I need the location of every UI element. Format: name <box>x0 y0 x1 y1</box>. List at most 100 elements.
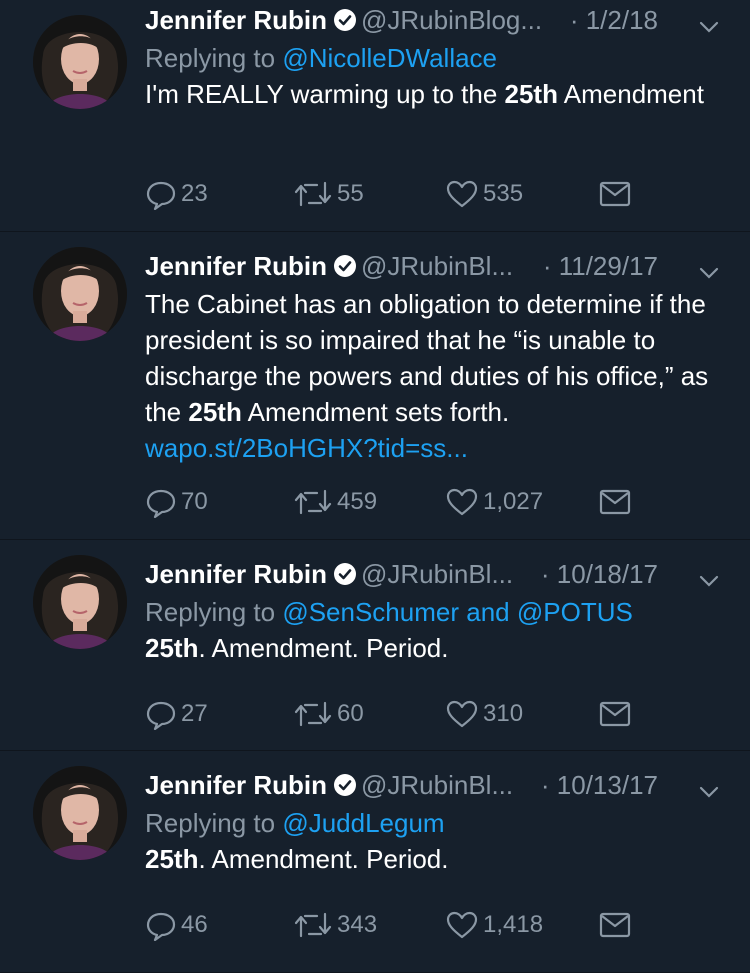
tweet[interactable]: Jennifer Rubin @JRubinBl... · 11/29/17 Th… <box>0 232 750 540</box>
like-button[interactable]: 1,027 <box>445 484 543 520</box>
chevron-down-icon[interactable] <box>698 255 720 295</box>
tweet-header: Jennifer Rubin @JRubinBl... · 11/29/17 <box>145 246 720 286</box>
avatar-photo <box>33 15 127 109</box>
tweet-body: Jennifer Rubin @JRubinBl... · 10/18/17 Re… <box>145 540 720 666</box>
tweet-text: 25th. Amendment. Period. <box>145 630 720 666</box>
tweet-actions: 23 55 535 <box>145 176 685 212</box>
replying-to-label: Replying to <box>145 597 276 627</box>
author-name[interactable]: Jennifer Rubin <box>145 559 327 589</box>
retweet-icon <box>294 489 332 515</box>
tweet-date[interactable]: · 10/18/17 <box>541 554 658 594</box>
heart-icon <box>446 911 478 939</box>
reply-count: 46 <box>181 911 208 938</box>
retweet-count: 60 <box>337 700 364 727</box>
tweet-text-bold: 25th <box>145 633 199 663</box>
tweet-text-part: . Amendment. Period. <box>198 844 449 874</box>
heart-icon <box>446 180 478 208</box>
like-count: 535 <box>483 180 524 207</box>
retweet-button[interactable]: 55 <box>293 176 364 212</box>
tweet-body: Jennifer Rubin @JRubinBl... · 10/13/17 Re… <box>145 751 720 877</box>
tweet-body: Jennifer Rubin @JRubinBl... · 11/29/17 Th… <box>145 232 720 466</box>
author-handle[interactable]: @JRubinBl... <box>361 559 513 589</box>
replying-to: Replying to @SenSchumer and @POTUS <box>145 594 720 630</box>
tweet-date[interactable]: · 11/29/17 <box>543 246 658 286</box>
mention-join: and <box>466 597 510 627</box>
avatar[interactable] <box>33 555 127 649</box>
retweet-icon <box>294 701 332 727</box>
author-handle[interactable]: @JRubinBl... <box>361 251 513 281</box>
tweet-text: 25th. Amendment. Period. <box>145 841 720 877</box>
mention-link[interactable]: @NicolleDWallace <box>282 43 497 73</box>
like-button[interactable]: 535 <box>445 176 523 212</box>
chevron-down-icon[interactable] <box>698 9 720 49</box>
mention-link[interactable]: @JuddLegum <box>282 808 444 838</box>
tweet-actions: 70 459 1,027 <box>145 484 685 520</box>
retweet-button[interactable]: 343 <box>293 907 377 943</box>
author-handle[interactable]: @JRubinBl... <box>361 770 513 800</box>
tweet-header: Jennifer Rubin @JRubinBl... · 10/13/17 <box>145 765 720 805</box>
author-name[interactable]: Jennifer Rubin <box>145 251 327 281</box>
like-button[interactable]: 310 <box>445 696 523 732</box>
tweet-feed: Jennifer Rubin @JRubinBlog... · 1/2/18 Re… <box>0 0 750 973</box>
author-name[interactable]: Jennifer Rubin <box>145 770 327 800</box>
heart-icon <box>446 700 478 728</box>
tweet-text-bold: 25th <box>188 397 242 427</box>
reply-button[interactable]: 46 <box>145 907 208 943</box>
avatar[interactable] <box>33 766 127 860</box>
envelope-icon <box>599 489 631 515</box>
retweet-button[interactable]: 60 <box>293 696 364 732</box>
direct-message-button[interactable] <box>599 176 635 212</box>
reply-button[interactable]: 27 <box>145 696 208 732</box>
avatar[interactable] <box>33 247 127 341</box>
author-name[interactable]: Jennifer Rubin <box>145 5 327 35</box>
tweet[interactable]: Jennifer Rubin @JRubinBl... · 10/13/17 Re… <box>0 751 750 973</box>
tweet-date[interactable]: · 1/2/18 <box>570 0 658 40</box>
reply-icon <box>146 489 176 518</box>
tweet-text-part: . Amendment. Period. <box>198 633 449 663</box>
reply-count: 70 <box>181 488 208 515</box>
direct-message-button[interactable] <box>599 696 635 732</box>
avatar-photo <box>33 247 127 341</box>
tweet-date[interactable]: · 10/13/17 <box>541 765 658 805</box>
reply-icon <box>146 181 176 210</box>
verified-badge-icon <box>333 3 357 43</box>
direct-message-button[interactable] <box>599 907 635 943</box>
retweet-button[interactable]: 459 <box>293 484 377 520</box>
direct-message-button[interactable] <box>599 484 635 520</box>
like-count: 310 <box>483 700 524 727</box>
mention-link[interactable]: @POTUS <box>517 597 633 627</box>
tweet[interactable]: Jennifer Rubin @JRubinBlog... · 1/2/18 Re… <box>0 0 750 232</box>
tweet-link[interactable]: wapo.st/2BoHGHX?tid=ss... <box>145 433 468 463</box>
reply-button[interactable]: 23 <box>145 176 208 212</box>
reply-count: 27 <box>181 700 208 727</box>
chevron-down-icon[interactable] <box>698 774 720 814</box>
tweet-text: The Cabinet has an obligation to determi… <box>145 286 720 466</box>
avatar-photo <box>33 555 127 649</box>
reply-button[interactable]: 70 <box>145 484 208 520</box>
like-count: 1,027 <box>483 488 544 515</box>
replying-to: Replying to @NicolleDWallace <box>145 40 720 76</box>
tweet-header: Jennifer Rubin @JRubinBlog... · 1/2/18 <box>145 0 720 40</box>
avatar-photo <box>33 766 127 860</box>
author-handle[interactable]: @JRubinBlog... <box>361 5 542 35</box>
retweet-icon <box>294 181 332 207</box>
envelope-icon <box>599 912 631 938</box>
mention-link[interactable]: @SenSchumer <box>282 597 459 627</box>
tweet-text-part: I'm REALLY warming up to the <box>145 79 505 109</box>
retweet-count: 55 <box>337 180 364 207</box>
retweet-count: 343 <box>337 911 378 938</box>
chevron-down-icon[interactable] <box>698 563 720 603</box>
verified-badge-icon <box>333 768 357 808</box>
tweet-header: Jennifer Rubin @JRubinBl... · 10/18/17 <box>145 554 720 594</box>
envelope-icon <box>599 701 631 727</box>
tweet-text: I'm REALLY warming up to the 25th Amendm… <box>145 76 720 112</box>
tweet-text-bold: 25th <box>504 79 558 109</box>
avatar[interactable] <box>33 15 127 109</box>
retweet-count: 459 <box>337 488 378 515</box>
reply-icon <box>146 912 176 941</box>
tweet-text-part: Amendment sets forth. <box>241 397 510 427</box>
like-count: 1,418 <box>483 911 544 938</box>
tweet[interactable]: Jennifer Rubin @JRubinBl... · 10/18/17 Re… <box>0 540 750 751</box>
like-button[interactable]: 1,418 <box>445 907 543 943</box>
retweet-icon <box>294 912 332 938</box>
